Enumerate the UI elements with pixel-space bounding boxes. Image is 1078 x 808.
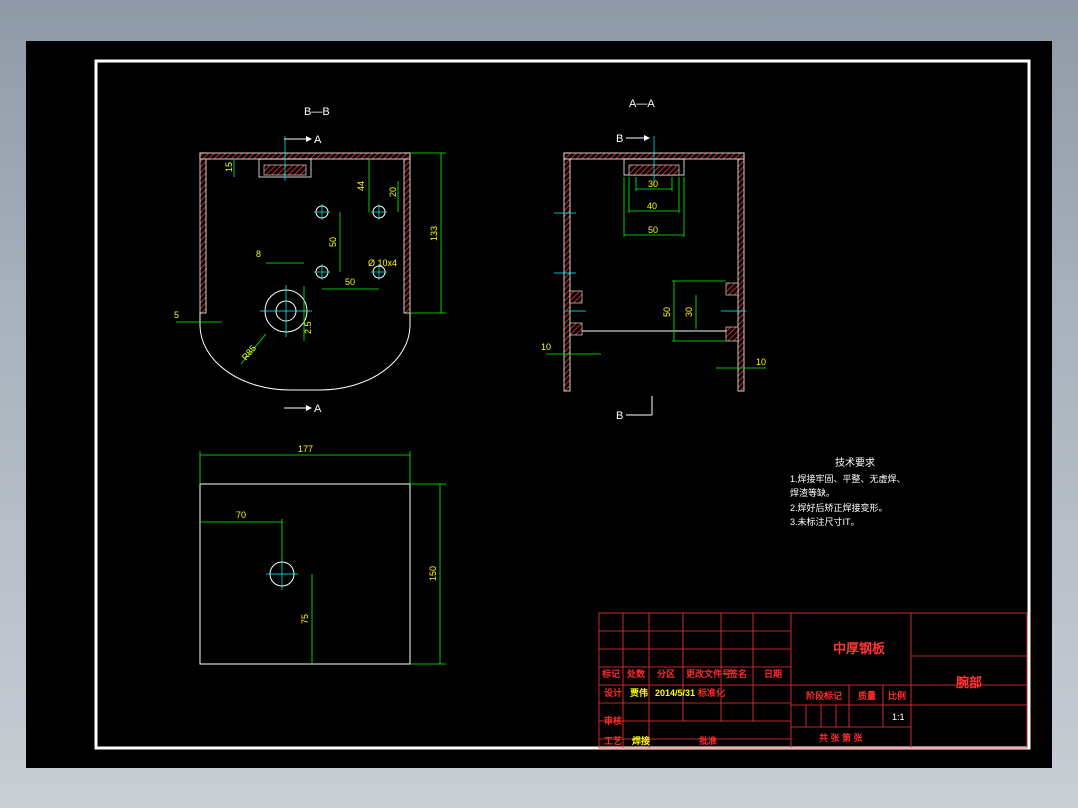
dim-aa-10l: 10 [541, 342, 551, 352]
dim-bb-133: 133 [429, 226, 439, 241]
dim-bb-20: 20 [388, 187, 398, 197]
dim-bb-5: 5 [174, 310, 179, 320]
dim-bb-50v: 50 [328, 237, 338, 247]
tb-part-name: 中厚钢板 [833, 641, 886, 656]
tb-header-3: 更改文件号 [686, 668, 731, 679]
notes-line-3: 2.焊好后矫正焊接变形。 [790, 502, 888, 513]
dim-aa-50v: 50 [662, 307, 672, 317]
dim-bb-50h: 50 [345, 277, 355, 287]
tb-approve-label: 批准 [699, 735, 717, 746]
sheet-border [94, 59, 1031, 750]
tb-header-1: 处数 [626, 668, 646, 679]
bb-title: B—B [304, 106, 330, 118]
dim-bb-hole: Ø 10x4 [368, 258, 397, 268]
cad-drawing: B—B A A 15 44 20 50 8 Ø 10x4 50 5 R85 2.… [94, 59, 1031, 750]
aa-title: A—A [629, 98, 655, 110]
tb-header-5: 日期 [764, 668, 782, 679]
tb-stage-label: 阶段标记 [806, 690, 842, 701]
aa-cut-top: B [616, 133, 623, 145]
bb-cut-bottom: A [314, 403, 322, 415]
tb-process-value: 焊接 [632, 735, 650, 746]
tb-sheet-label: 共 张 第 张 [819, 732, 864, 743]
dim-bb-r: R85 [240, 343, 258, 362]
notes-title: 技术要求 [835, 456, 875, 469]
tb-drawing-name: 腕部 [956, 675, 982, 690]
tb-date: 2014/5/31 [655, 688, 695, 698]
tb-review-label: 审核 [604, 715, 622, 726]
tb-mass-label: 质量 [858, 690, 876, 701]
tb-process-label: 工艺 [604, 735, 622, 746]
plate-view: 177 70 75 150 [199, 444, 446, 665]
notes-line-1: 1.焊接牢固、平整、无虚焊、 [790, 473, 906, 484]
dim-bb-8: 8 [256, 249, 261, 259]
notes-line-2: 焊渣等缺。 [790, 487, 835, 498]
dim-aa-50: 50 [648, 225, 658, 235]
technical-notes: 技术要求 1.焊接牢固、平整、无虚焊、 焊渣等缺。 2.焊好后矫正焊接变形。 3… [790, 456, 906, 527]
tb-header-2: 分区 [657, 668, 675, 679]
tb-header-4: 签名 [728, 668, 747, 679]
dim-aa-30: 30 [648, 179, 658, 189]
title-block: 中厚钢板 腕部 标记 处数 分区 更改文件号 签名 日期 设计 贾伟 2014/… [598, 612, 1028, 749]
cad-viewport[interactable]: B—B A A 15 44 20 50 8 Ø 10x4 50 5 R85 2.… [26, 41, 1052, 768]
dim-bot-75: 75 [300, 614, 310, 624]
dim-aa-30v: 30 [684, 307, 694, 317]
dim-bot-177: 177 [298, 444, 313, 454]
dim-aa-40: 40 [647, 201, 657, 211]
tb-designer: 贾伟 [630, 687, 648, 698]
dim-bb-15: 15 [224, 162, 234, 172]
tb-header-0: 标记 [601, 668, 620, 679]
dim-bb-44: 44 [356, 181, 366, 191]
section-bb-view: B—B A A 15 44 20 50 8 Ø 10x4 50 5 R85 2.… [174, 106, 446, 415]
dim-aa-10r: 10 [756, 357, 766, 367]
section-aa-view: A—A B B 30 40 50 50 30 10 10 [541, 98, 766, 422]
dim-bot-150: 150 [428, 566, 438, 581]
bb-cut-top: A [314, 134, 322, 146]
notes-line-4: 3.未标注尺寸IT。 [790, 516, 860, 527]
tb-standard-label: 标准化 [697, 687, 725, 698]
aa-cut-bottom: B [616, 410, 623, 422]
tb-design-label: 设计 [604, 687, 622, 698]
tb-scale-label: 比例 [888, 690, 906, 701]
dim-bb-25: 2.5 [303, 321, 313, 334]
tb-scale-value: 1:1 [892, 712, 905, 722]
dim-bot-70: 70 [236, 510, 246, 520]
